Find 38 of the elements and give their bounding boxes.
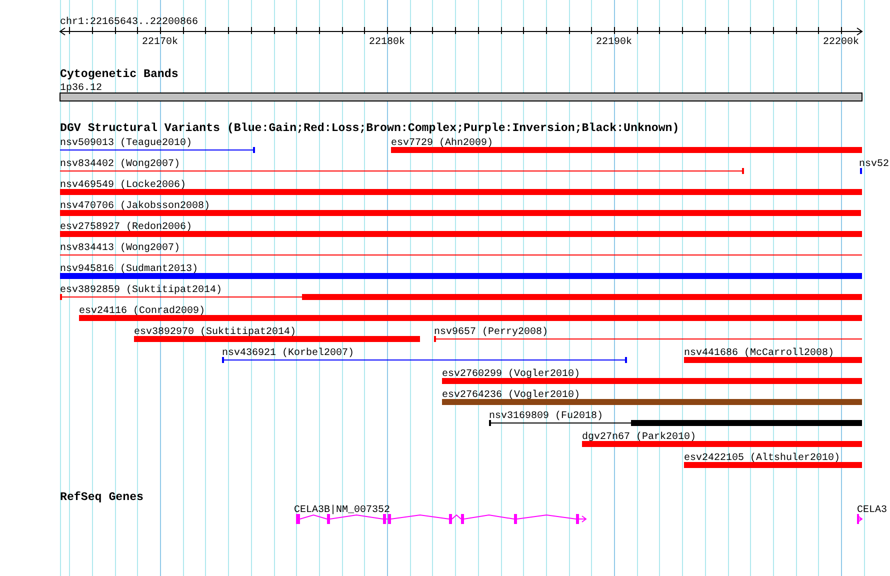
band-label: 1p36.12 bbox=[60, 83, 102, 94]
variant-label: nsv436921 (Korbel2007) bbox=[222, 348, 354, 359]
variant-line[interactable] bbox=[60, 147, 255, 153]
variant-label: nsv441686 (McCarroll2008) bbox=[684, 348, 834, 359]
variant-label: nsv52 bbox=[859, 159, 890, 170]
gene-label: CELA3 bbox=[857, 505, 888, 516]
variant-label: nsv834413 (Wong2007) bbox=[60, 243, 180, 254]
variant-label: esv2758927 (Redon2006) bbox=[60, 222, 192, 233]
variant-bar[interactable] bbox=[489, 420, 862, 426]
variant-label: esv2422105 (Altshuler2010) bbox=[684, 453, 840, 464]
variant-label: nsv509013 (Teague2010) bbox=[60, 138, 192, 149]
variant-label: esv7729 (Ahn2009) bbox=[391, 138, 494, 149]
gene-model-drawing[interactable] bbox=[857, 514, 863, 524]
variant-label: esv3892859 (Suktitipat2014) bbox=[60, 285, 222, 296]
variant-label: dgv27n67 (Park2010) bbox=[582, 432, 696, 443]
gene-label: CELA3B|NM_007352 bbox=[294, 505, 390, 516]
variant-label: nsv470706 (Jakobsson2008) bbox=[60, 201, 210, 212]
ruler-tick-label: 22170k bbox=[142, 37, 178, 48]
ruler-tick-label: 22190k bbox=[596, 37, 632, 48]
variant-label: nsv469549 (Locke2006) bbox=[60, 180, 186, 191]
variant-label: esv24116 (Conrad2009) bbox=[79, 306, 206, 317]
variant-label: nsv9657 (Perry2008) bbox=[434, 327, 548, 338]
variant-label: nsv945816 (Sudmant2013) bbox=[60, 264, 198, 275]
track-title: Cytogenetic Bands bbox=[60, 68, 178, 81]
gene-model-drawing[interactable] bbox=[296, 514, 587, 524]
variant-label: esv2764236 (Vogler2010) bbox=[442, 390, 580, 401]
variant-label: nsv3169809 (Fu2018) bbox=[489, 411, 604, 422]
variant-label: nsv834402 (Wong2007) bbox=[60, 159, 180, 170]
chromosome-range: chr1:22165643..22200866 bbox=[60, 17, 198, 28]
variant-line[interactable] bbox=[434, 336, 862, 342]
variant-label: esv2760299 (Vogler2010) bbox=[442, 369, 580, 380]
variant-label: esv3892970 (Suktitipat2014) bbox=[134, 327, 296, 338]
ruler-tick-label: 22180k bbox=[369, 37, 405, 48]
variant-line[interactable] bbox=[222, 357, 627, 363]
track-title: RefSeq Genes bbox=[60, 491, 144, 504]
track-title: DGV Structural Variants (Blue:Gain;Red:Loss;Brown:Complex;Purple:Inversion;Black:Unknown) bbox=[60, 122, 680, 135]
ruler-tick-label: 22200k bbox=[823, 37, 859, 48]
variant-line[interactable] bbox=[60, 168, 744, 174]
